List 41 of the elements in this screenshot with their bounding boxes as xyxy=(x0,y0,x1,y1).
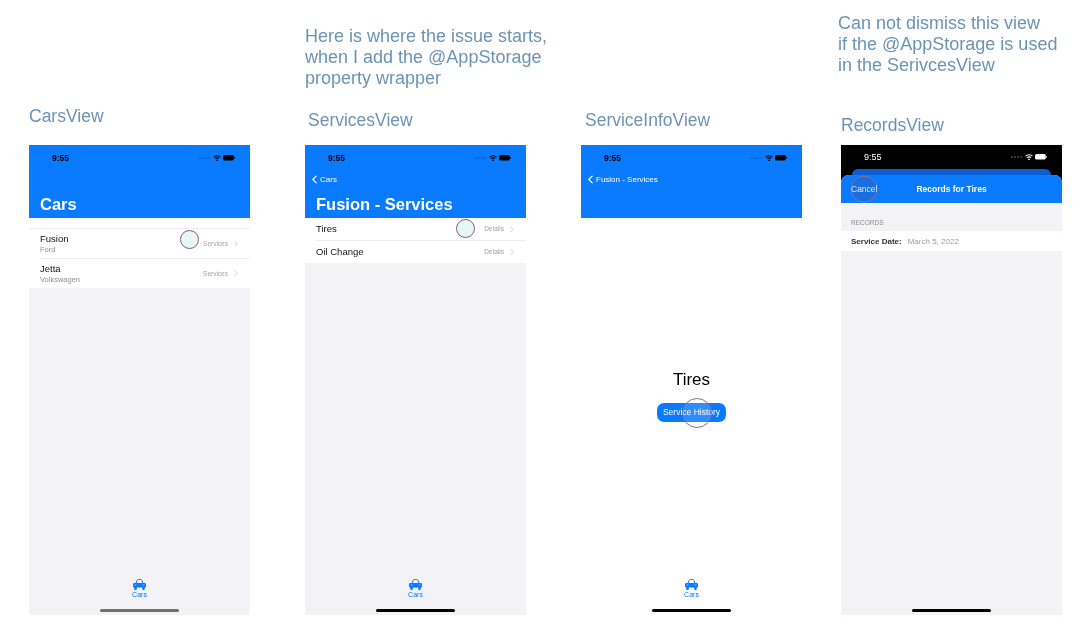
battery-icon xyxy=(775,155,787,161)
status-time: 9:55 xyxy=(328,153,345,163)
wifi-icon xyxy=(488,154,497,162)
car-icon xyxy=(409,579,422,590)
chevron-right-icon xyxy=(510,225,514,233)
chevron-right-icon xyxy=(510,248,514,256)
chevron-left-icon xyxy=(588,175,593,184)
view-caption: RecordsView xyxy=(841,115,944,135)
battery-icon xyxy=(223,155,235,161)
annotation-text: Can not dismiss this view if the @AppStorage is used in the SerivcesView xyxy=(838,13,1058,76)
wifi-icon xyxy=(764,154,773,162)
back-button[interactable]: Cars xyxy=(312,174,337,185)
car-icon xyxy=(685,579,698,590)
battery-icon xyxy=(499,155,511,161)
row-title: Jetta xyxy=(40,262,61,275)
chevron-right-icon xyxy=(234,270,238,277)
chevron-right-icon xyxy=(234,240,238,247)
row-title: Fusion xyxy=(40,232,69,245)
row-title: Oil Change xyxy=(316,246,364,258)
detail-heading: Tires xyxy=(672,370,711,390)
wifi-icon xyxy=(1024,153,1033,161)
cancel-button[interactable]: Cancel xyxy=(851,184,878,194)
annotation-text: Here is where the issue starts, when I add the @AppStorage property wrapper xyxy=(305,26,548,89)
sheet-title: Records for Tires xyxy=(916,184,987,194)
battery-icon xyxy=(1035,154,1047,160)
view-caption: CarsView xyxy=(29,106,104,126)
status-time: 9:55 xyxy=(864,152,882,162)
wifi-icon xyxy=(212,154,221,162)
status-time: 9:55 xyxy=(604,153,621,163)
chevron-left-icon xyxy=(312,175,317,184)
history-button[interactable]: Service History xyxy=(656,403,727,422)
large-title: Fusion - Services xyxy=(315,194,454,215)
row-title: Tires xyxy=(316,223,337,235)
view-caption: ServicesView xyxy=(308,110,413,130)
view-caption: ServiceInfoView xyxy=(585,110,711,130)
car-icon xyxy=(133,579,146,590)
field-value: March 5, 2022 xyxy=(907,236,959,246)
field-label: Service Date: xyxy=(851,236,902,246)
status-time: 9:55 xyxy=(52,153,69,163)
large-title: Cars xyxy=(39,194,78,215)
back-button[interactable]: Fusion - Services xyxy=(588,174,658,185)
